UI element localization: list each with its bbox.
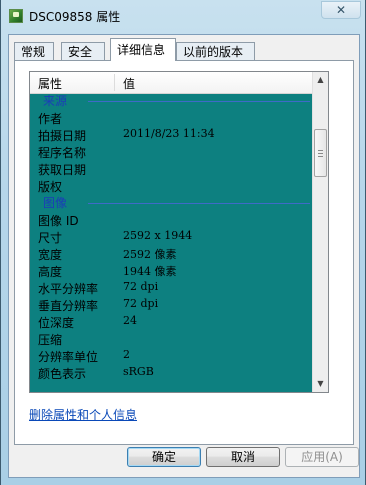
property-name: 获取日期: [38, 163, 87, 177]
property-row[interactable]: 尺寸 2592 x 1944: [30, 228, 314, 245]
close-button[interactable]: ✕: [321, 1, 361, 19]
property-row[interactable]: 位深度 24: [30, 313, 314, 330]
property-row[interactable]: 高度 1944 像素: [30, 262, 314, 279]
property-row[interactable]: 水平分辨率 72 dpi: [30, 279, 314, 296]
chevron-down-icon[interactable]: ▼: [313, 376, 328, 392]
dialog-client: 常规 安全 详细信息 以前的版本 属性 值 来源作者拍摄日期 2011/8/23 …: [8, 34, 360, 478]
grip-line: [318, 153, 323, 154]
property-name: 位深度: [38, 316, 75, 330]
grip-line: [318, 156, 323, 157]
properties-list[interactable]: 属性 值 来源作者拍摄日期 2011/8/23 11:34 程序名称获取日期版权图像…: [29, 71, 329, 393]
property-row[interactable]: 颜色表示 sRGB: [30, 364, 314, 381]
property-name: 水平分辨率: [38, 282, 99, 296]
property-value: 72 dpi: [123, 280, 159, 293]
property-row[interactable]: 分辨率单位 2: [30, 347, 314, 364]
property-name: 拍摄日期: [38, 129, 87, 143]
tab-details[interactable]: 详细信息: [110, 38, 176, 61]
property-name: 宽度: [38, 248, 63, 262]
group-divider: [88, 101, 310, 102]
property-value: 24: [123, 314, 137, 327]
property-row[interactable]: 图像 ID: [30, 211, 314, 228]
tab-general[interactable]: 常规: [14, 42, 54, 61]
property-row[interactable]: 拍摄日期 2011/8/23 11:34: [30, 126, 314, 143]
column-value[interactable]: 值: [123, 75, 135, 92]
property-value: 2011/8/23 11:34: [123, 127, 215, 140]
property-row[interactable]: 作者: [30, 109, 314, 126]
cancel-button[interactable]: 取消: [206, 447, 280, 467]
apply-button[interactable]: 应用(A): [285, 447, 359, 467]
property-name: 分辨率单位: [38, 350, 99, 364]
property-name: 版权: [38, 180, 63, 194]
scroll-thumb[interactable]: [314, 129, 327, 177]
properties-rows: 来源作者拍摄日期 2011/8/23 11:34 程序名称获取日期版权图像图像 ID…: [30, 94, 314, 392]
property-name: 垂直分辨率: [38, 299, 99, 313]
group-divider: [88, 203, 310, 204]
group-header[interactable]: 来源: [30, 94, 314, 109]
property-name: 压缩: [38, 333, 63, 347]
image-file-icon: [9, 9, 23, 23]
chevron-up-icon[interactable]: ▲: [313, 72, 328, 88]
property-name: 程序名称: [38, 146, 87, 160]
group-header[interactable]: 图像: [30, 194, 314, 211]
window-title: DSC09858 属性: [29, 10, 121, 24]
property-name: 颜色表示: [38, 367, 87, 381]
property-value: 2592 x 1944: [123, 229, 193, 242]
group-label: 图像: [43, 196, 68, 210]
group-label: 来源: [43, 94, 68, 108]
property-row[interactable]: 版权: [30, 177, 314, 194]
property-name: 尺寸: [38, 231, 63, 245]
property-value: 2592 像素: [123, 248, 177, 261]
property-value: 1944 像素: [123, 265, 177, 278]
property-row[interactable]: 垂直分辨率 72 dpi: [30, 296, 314, 313]
ok-button[interactable]: 确定: [127, 447, 201, 467]
column-separator[interactable]: [114, 74, 115, 91]
tab-security[interactable]: 安全: [61, 42, 105, 61]
property-name: 作者: [38, 112, 63, 126]
property-value: sRGB: [123, 365, 154, 378]
property-row[interactable]: 程序名称: [30, 143, 314, 160]
property-value: 72 dpi: [123, 297, 159, 310]
column-property[interactable]: 属性: [38, 75, 62, 92]
remove-properties-link[interactable]: 删除属性和个人信息: [29, 406, 137, 423]
details-panel: 属性 值 来源作者拍摄日期 2011/8/23 11:34 程序名称获取日期版权图像…: [14, 60, 354, 445]
property-name: 高度: [38, 265, 63, 279]
column-header: 属性 值: [30, 72, 314, 94]
property-row[interactable]: 宽度 2592 像素: [30, 245, 314, 262]
properties-window: DSC09858 属性 ✕ 常规 安全 详细信息 以前的版本 属性 值 来源作者…: [0, 0, 366, 485]
vertical-scrollbar[interactable]: ▲ ▼: [312, 72, 328, 392]
property-row[interactable]: 获取日期: [30, 160, 314, 177]
title-bar[interactable]: DSC09858 属性 ✕: [1, 0, 366, 32]
grip-line: [318, 150, 323, 151]
property-name: 图像 ID: [38, 214, 79, 228]
tab-previous-versions[interactable]: 以前的版本: [176, 42, 255, 61]
property-row[interactable]: 压缩: [30, 330, 314, 347]
property-value: 2: [123, 348, 130, 361]
